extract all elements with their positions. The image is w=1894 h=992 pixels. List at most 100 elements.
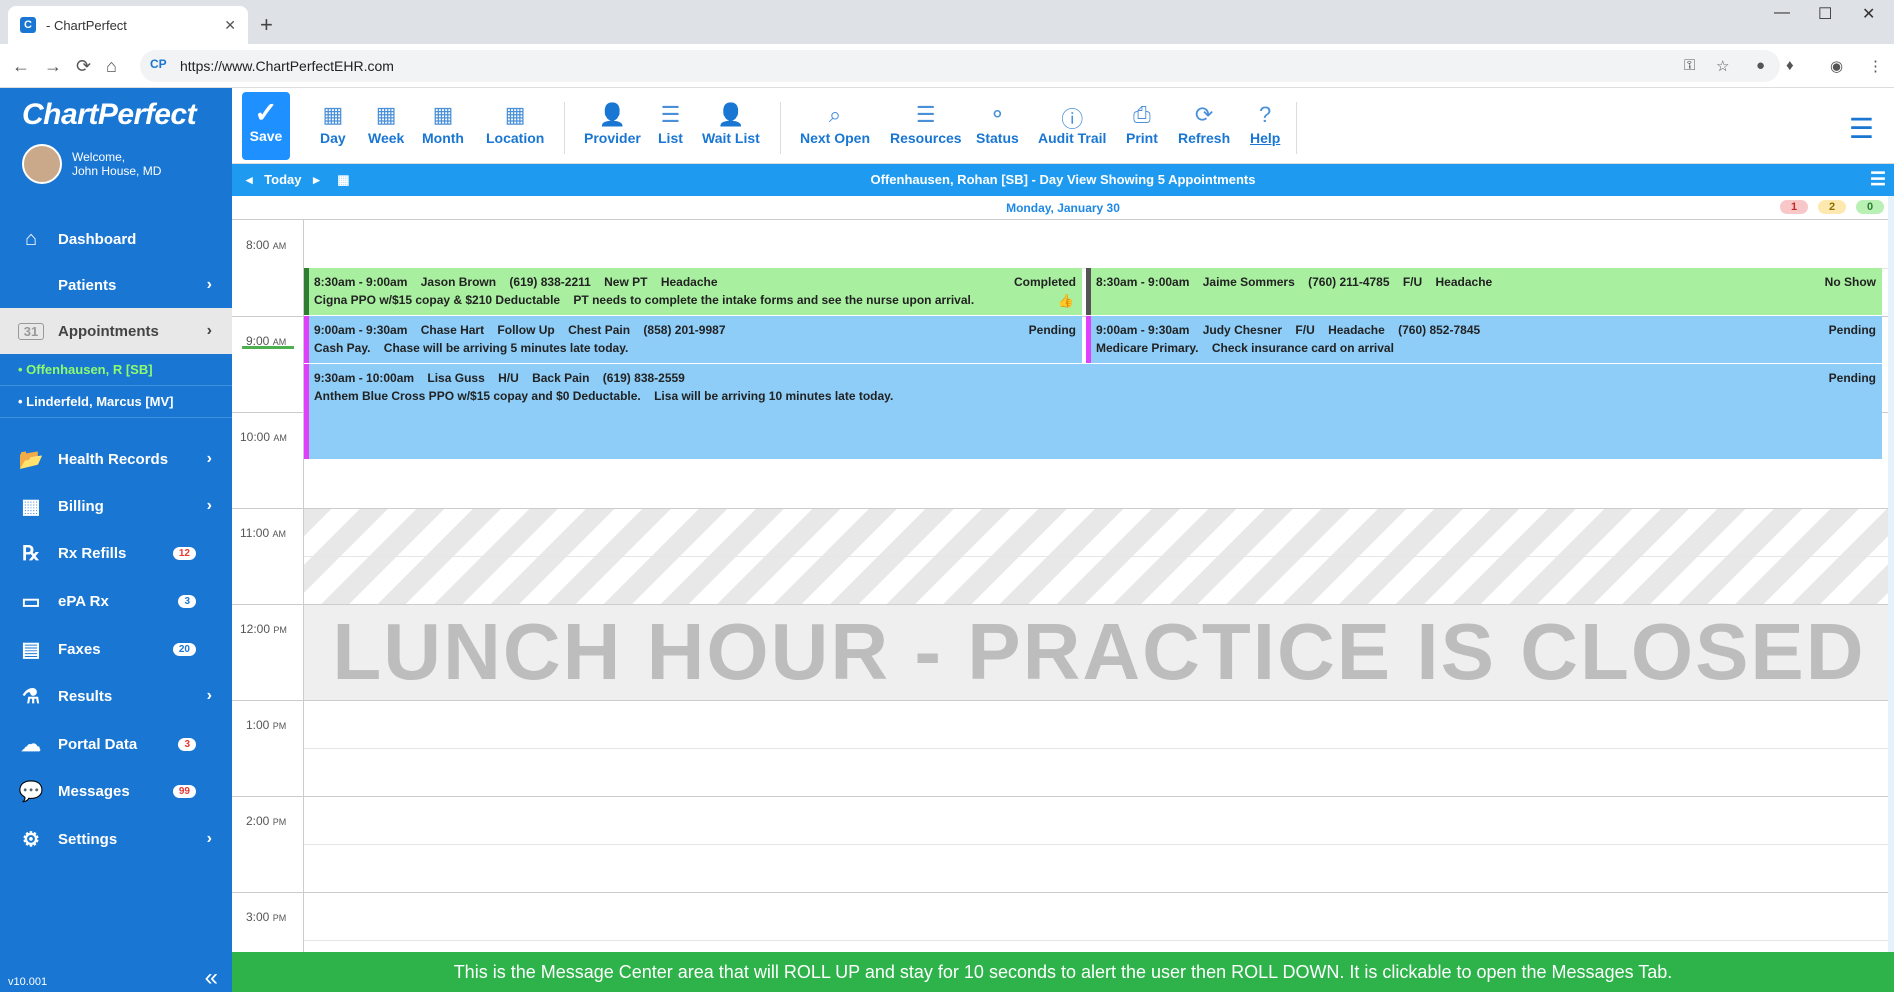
provider-button[interactable]: 👤 Provider [584, 102, 641, 146]
day-button[interactable]: ▦ Day [320, 102, 346, 146]
save-button[interactable]: ✓ Save [242, 92, 290, 160]
sidebar-item-rx-refills[interactable]: ℞ Rx Refills 12 [0, 530, 232, 576]
message-center-bar[interactable]: This is the Message Center area that wil… [232, 952, 1894, 992]
grid-line [304, 508, 1894, 509]
schedule-menu-icon[interactable]: ☰ [1870, 169, 1886, 190]
reload-icon[interactable]: ⟳ [76, 56, 91, 77]
appointment-jaime-sommers[interactable]: 8:30am - 9:00am Jaime Sommers (760) 211-… [1086, 268, 1882, 315]
version-label: v10.001 [8, 976, 48, 988]
new-tab-icon[interactable]: + [260, 12, 273, 38]
appointment-judy-chesner[interactable]: 9:00am - 9:30am Judy Chesner F/U Headach… [1086, 316, 1882, 363]
welcome-text: Welcome, John House, MD [72, 150, 161, 178]
minimize-icon[interactable]: — [1774, 4, 1790, 22]
sidebar-item-label: Messages [58, 782, 130, 800]
welcome-label: Welcome, [72, 150, 126, 164]
sidebar-subitem-linderfeld[interactable]: • Linderfeld, Marcus [MV] [0, 386, 232, 418]
back-icon[interactable]: ← [12, 56, 30, 77]
sidebar-item-label: Dashboard [58, 230, 137, 248]
sidebar-item-appointments[interactable]: 31 Appointments › [0, 308, 232, 354]
count-badge: 3 [178, 737, 196, 751]
today-button[interactable]: Today [264, 172, 301, 187]
avatar[interactable] [22, 144, 62, 184]
resources-label: Resources [890, 130, 962, 146]
flask-icon: ⚗ [22, 685, 40, 708]
sidebar-item-settings[interactable]: ⚙ Settings › [0, 816, 232, 862]
help-button[interactable]: ? Help [1250, 102, 1280, 146]
browser-tab[interactable]: C - ChartPerfect ✕ [8, 6, 248, 44]
extension-icon[interactable]: ● [1756, 57, 1765, 74]
location-label: Location [486, 130, 545, 146]
menu-icon[interactable]: ☰ [1849, 112, 1874, 145]
date-nav: ◂ Today ▸ ▦ [246, 172, 350, 188]
window-close-icon[interactable]: ✕ [1862, 4, 1875, 24]
refresh-label: Refresh [1178, 130, 1231, 146]
next-open-button[interactable]: ⌕ Next Open [800, 102, 870, 146]
grid-line [304, 892, 1894, 893]
refresh-button[interactable]: ⟳ Refresh [1178, 102, 1230, 146]
location-button[interactable]: ▦ Location [486, 102, 544, 146]
audit-trail-button[interactable]: ⓘ Audit Trail [1038, 102, 1106, 146]
maximize-icon[interactable]: ☐ [1818, 4, 1832, 24]
card-icon: ▭ [21, 590, 41, 613]
calendar-picker-icon[interactable]: ▦ [337, 172, 349, 187]
sidebar-item-results[interactable]: ⚗ Results › [0, 673, 232, 719]
sidebar-item-epa-rx[interactable]: ▭ ePA Rx 3 [0, 578, 232, 624]
thumbs-up-icon: 👍 [1057, 293, 1074, 308]
sidebar-item-label: Billing [58, 497, 104, 515]
extension-2-icon[interactable]: ♦ [1786, 57, 1794, 74]
sidebar-subitem-offenhausen[interactable]: • Offenhausen, R [SB] [0, 354, 232, 386]
close-tab-icon[interactable]: ✕ [224, 17, 236, 34]
next-day-icon[interactable]: ▸ [313, 172, 320, 187]
status-button[interactable]: ⚬ Status [976, 102, 1019, 146]
profile-icon[interactable]: ◉ [1830, 57, 1843, 75]
time-label-12pm: 12:00 PM [240, 622, 287, 636]
sidebar-item-portal-data[interactable]: ☁ Portal Data 3 [0, 721, 232, 767]
prev-day-icon[interactable]: ◂ [246, 172, 253, 187]
appointment-line2: Anthem Blue Cross PPO w/$15 copay and $0… [314, 389, 894, 403]
url-field[interactable]: CP https://www.ChartPerfectEHR.com [140, 50, 1780, 82]
browser-menu-icon[interactable]: ⋮ [1868, 57, 1883, 75]
sidebar-item-health-records[interactable]: 📂 Health Records › [0, 436, 232, 482]
collapse-sidebar-icon[interactable]: « [205, 964, 218, 992]
sidebar-item-dashboard[interactable]: ⌂ Dashboard [0, 216, 232, 262]
sidebar: ChartPerfect Welcome, John House, MD ⌂ D… [0, 88, 232, 992]
sidebar-item-billing[interactable]: ▦ Billing › [0, 483, 232, 529]
appointment-lisa-guss[interactable]: 9:30am - 10:00am Lisa Guss H/U Back Pain… [304, 364, 1882, 459]
day-calendar: Monday, January 30 1 2 0 LUNCH HOUR - PR… [232, 196, 1894, 952]
appointment-line1: 9:30am - 10:00am Lisa Guss H/U Back Pain… [314, 371, 685, 385]
calendar-scrollbar[interactable] [1888, 196, 1894, 952]
chevron-right-icon: › [206, 497, 212, 514]
sidebar-item-label: Results [58, 687, 113, 705]
key-icon[interactable]: ⚿ [1684, 57, 1695, 74]
list-label: List [658, 130, 683, 146]
appointment-status-bar [304, 316, 309, 363]
time-label-8am: 8:00 AM [246, 238, 287, 252]
print-button[interactable]: ⎙ Print [1126, 102, 1158, 146]
count-badge: 3 [178, 594, 196, 608]
appointment-chase-hart[interactable]: 9:00am - 9:30am Chase Hart Follow Up Che… [304, 316, 1082, 363]
appointment-jason-brown[interactable]: 8:30am - 9:00am Jason Brown (619) 838-22… [304, 268, 1082, 315]
resources-button[interactable]: ☰ Resources [890, 102, 962, 146]
list-button[interactable]: ☰ List [658, 102, 683, 146]
sidebar-item-messages[interactable]: 💬 Messages 99 [0, 768, 232, 814]
grid-line [304, 844, 1894, 845]
rx-icon: ℞ [22, 542, 40, 565]
count-badge: 20 [172, 642, 196, 656]
calculator-icon: ▦ [21, 495, 41, 518]
wait-list-button[interactable]: 👤 Wait List [702, 102, 760, 146]
sidebar-item-faxes[interactable]: ▤ Faxes 20 [0, 626, 232, 672]
chevron-right-icon: › [206, 322, 212, 339]
home-browser-icon[interactable]: ⌂ [106, 56, 117, 77]
count-badge: 12 [172, 546, 196, 560]
home-icon: ⌂ [24, 227, 38, 250]
appointment-status: Pending [1828, 371, 1876, 385]
sidebar-item-patients[interactable]: 👤 Patients › [0, 262, 232, 308]
forward-icon[interactable]: → [44, 56, 62, 77]
star-icon[interactable]: ☆ [1716, 57, 1729, 75]
week-button[interactable]: ▦ Week [368, 102, 404, 146]
sidebar-item-label: ePA Rx [58, 592, 109, 610]
site-icon: CP [150, 57, 167, 71]
month-button[interactable]: ▦ Month [422, 102, 464, 146]
print-label: Print [1126, 130, 1158, 146]
chevron-right-icon: › [206, 276, 212, 293]
